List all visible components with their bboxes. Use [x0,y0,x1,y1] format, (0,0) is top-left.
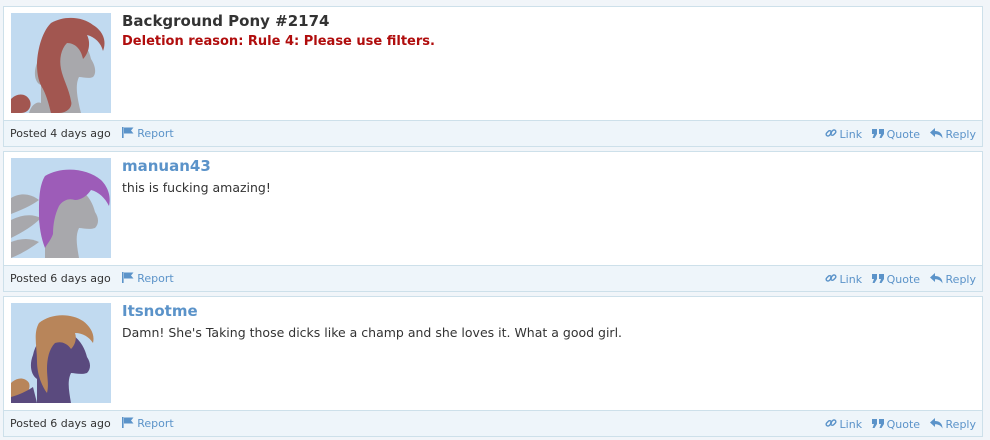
report-label: Report [137,127,174,140]
comment-actions: Link Quote Reply [824,417,976,431]
flag-icon [122,417,134,428]
link-button[interactable]: Link [824,273,866,286]
reply-label: Reply [945,273,976,286]
comment: Itsnotme Damn! She's Taking those dicks … [3,296,983,437]
posted-label: Posted [10,127,47,140]
quote-button[interactable]: Quote [871,418,924,431]
quote-label: Quote [886,128,921,141]
comment-meta: Posted 4 days ago Report [10,127,174,140]
comment-meta: Posted 6 days ago Report [10,272,174,285]
avatar[interactable] [11,303,111,403]
quote-icon [871,129,884,138]
comment-footer: Posted 4 days ago Report Link Quote Repl… [4,120,982,146]
link-button[interactable]: Link [824,418,866,431]
reply-button[interactable]: Reply [929,418,976,431]
flag-icon [122,272,134,283]
reply-arrow-icon [929,128,943,139]
chain-link-icon [824,419,837,427]
comment-body: manuan43 this is fucking amazing! [4,152,982,264]
link-label: Link [839,273,863,286]
quote-icon [871,419,884,428]
pony-avatar-icon [11,315,94,403]
reply-label: Reply [945,128,976,141]
avatar[interactable] [11,13,111,113]
chain-link-icon [824,274,837,282]
posted-label: Posted [10,272,47,285]
pony-avatar-icon [11,17,105,113]
comment-actions: Link Quote Reply [824,127,976,141]
link-button[interactable]: Link [824,128,866,141]
avatar[interactable] [11,158,111,258]
reply-label: Reply [945,418,976,431]
comment-footer: Posted 6 days ago Report Link Quote Repl… [4,410,982,436]
comment-message: Damn! She's Taking those dicks like a ch… [122,325,623,340]
comment-meta: Posted 6 days ago Report [10,417,174,430]
flag-icon [122,127,134,138]
comment-body: Itsnotme Damn! She's Taking those dicks … [4,297,982,409]
report-label: Report [137,417,174,430]
reply-arrow-icon [929,418,943,429]
posted-label: Posted [10,417,47,430]
link-label: Link [839,128,863,141]
comment-body: Background Pony #2174 Deletion reason: R… [4,7,982,119]
comment-author: Background Pony #2174 [122,12,330,30]
reply-button[interactable]: Reply [929,128,976,141]
quote-button[interactable]: Quote [871,128,924,141]
comment-footer: Posted 6 days ago Report Link Quote Repl… [4,265,982,291]
deletion-reason: Deletion reason: Rule 4: Please use filt… [122,34,435,49]
comment: manuan43 this is fucking amazing! Posted… [3,151,983,292]
quote-label: Quote [886,418,921,431]
reply-arrow-icon [929,273,943,284]
comment-actions: Link Quote Reply [824,272,976,286]
report-label: Report [137,272,174,285]
comment-author[interactable]: Itsnotme [122,302,198,320]
quote-label: Quote [886,273,921,286]
comment-list: Background Pony #2174 Deletion reason: R… [0,0,990,440]
comment-message: this is fucking amazing! [122,180,271,195]
posted-time[interactable]: 6 days ago [50,417,110,430]
reply-button[interactable]: Reply [929,273,976,286]
report-link[interactable]: Report [122,272,174,285]
report-link[interactable]: Report [122,127,174,140]
pony-avatar-icon [11,169,110,258]
comment: Background Pony #2174 Deletion reason: R… [3,6,983,147]
report-link[interactable]: Report [122,417,174,430]
posted-time[interactable]: 6 days ago [50,272,110,285]
comment-author[interactable]: manuan43 [122,157,211,175]
quote-button[interactable]: Quote [871,273,924,286]
quote-icon [871,274,884,283]
link-label: Link [839,418,863,431]
chain-link-icon [824,129,837,137]
posted-time[interactable]: 4 days ago [50,127,110,140]
